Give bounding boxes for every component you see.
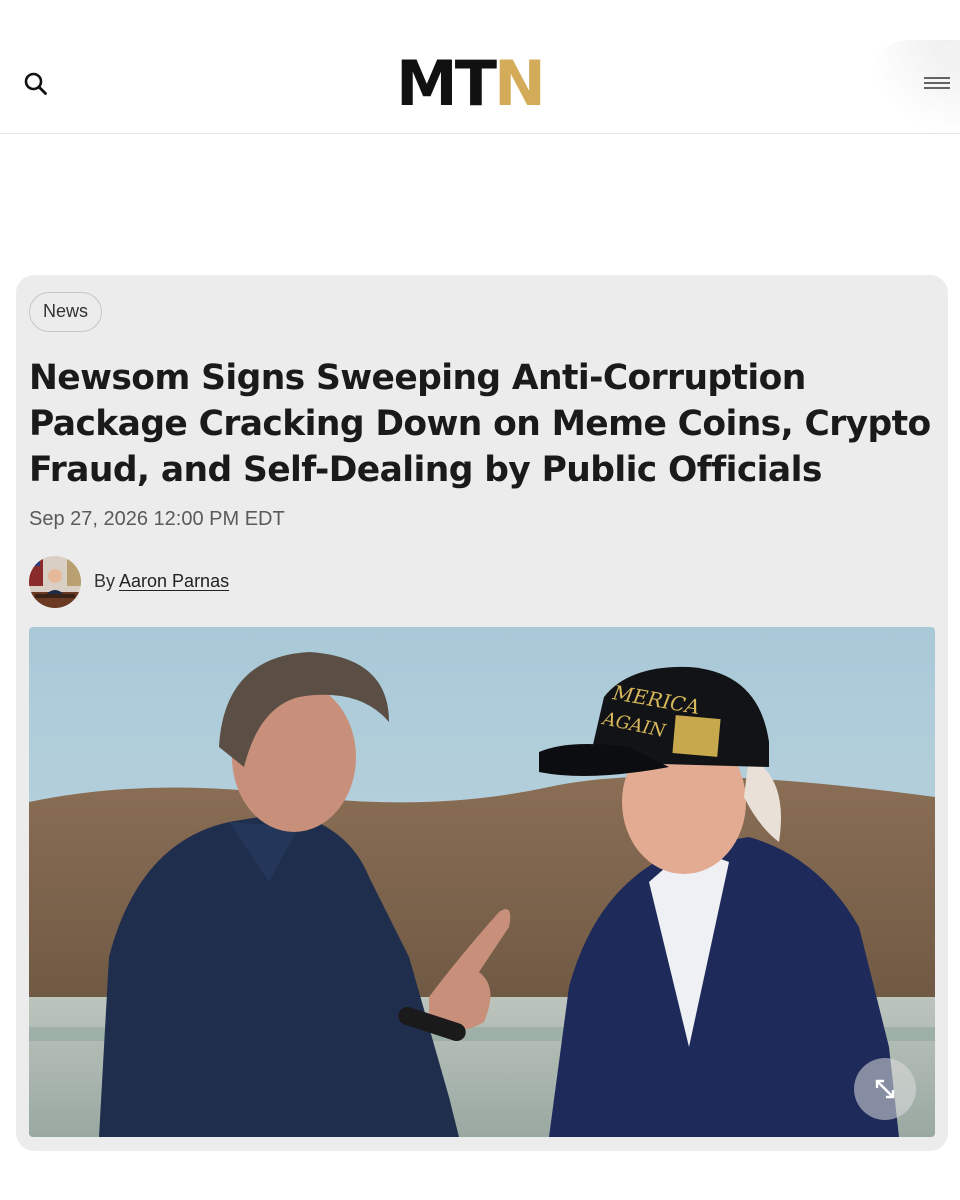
- expand-icon: [875, 1079, 895, 1099]
- author-avatar[interactable]: [29, 556, 81, 608]
- site-header: MTN: [0, 0, 960, 140]
- author-link[interactable]: Aaron Parnas: [119, 571, 229, 591]
- article-card: News Newsom Signs Sweeping Anti-Corrupti…: [16, 275, 948, 1151]
- article-hero-image[interactable]: MERICA AGAIN: [29, 627, 935, 1137]
- hamburger-menu-icon: [924, 77, 950, 89]
- article-headline: Newsom Signs Sweeping Anti-Corruption Pa…: [29, 358, 931, 490]
- site-logo[interactable]: MTN: [396, 53, 546, 115]
- category-tag[interactable]: News: [29, 292, 103, 332]
- logo-main-text: MT: [396, 47, 497, 120]
- expand-image-button[interactable]: [854, 1058, 916, 1120]
- search-icon: [24, 72, 47, 95]
- byline: By Aaron Parnas: [94, 571, 229, 592]
- logo-accent-letter: N: [494, 47, 546, 120]
- menu-button[interactable]: [918, 72, 952, 98]
- search-button[interactable]: [20, 68, 52, 100]
- byline-prefix: By: [94, 571, 120, 591]
- article-date: Sep 27, 2026 12:00 PM EDT: [29, 508, 285, 530]
